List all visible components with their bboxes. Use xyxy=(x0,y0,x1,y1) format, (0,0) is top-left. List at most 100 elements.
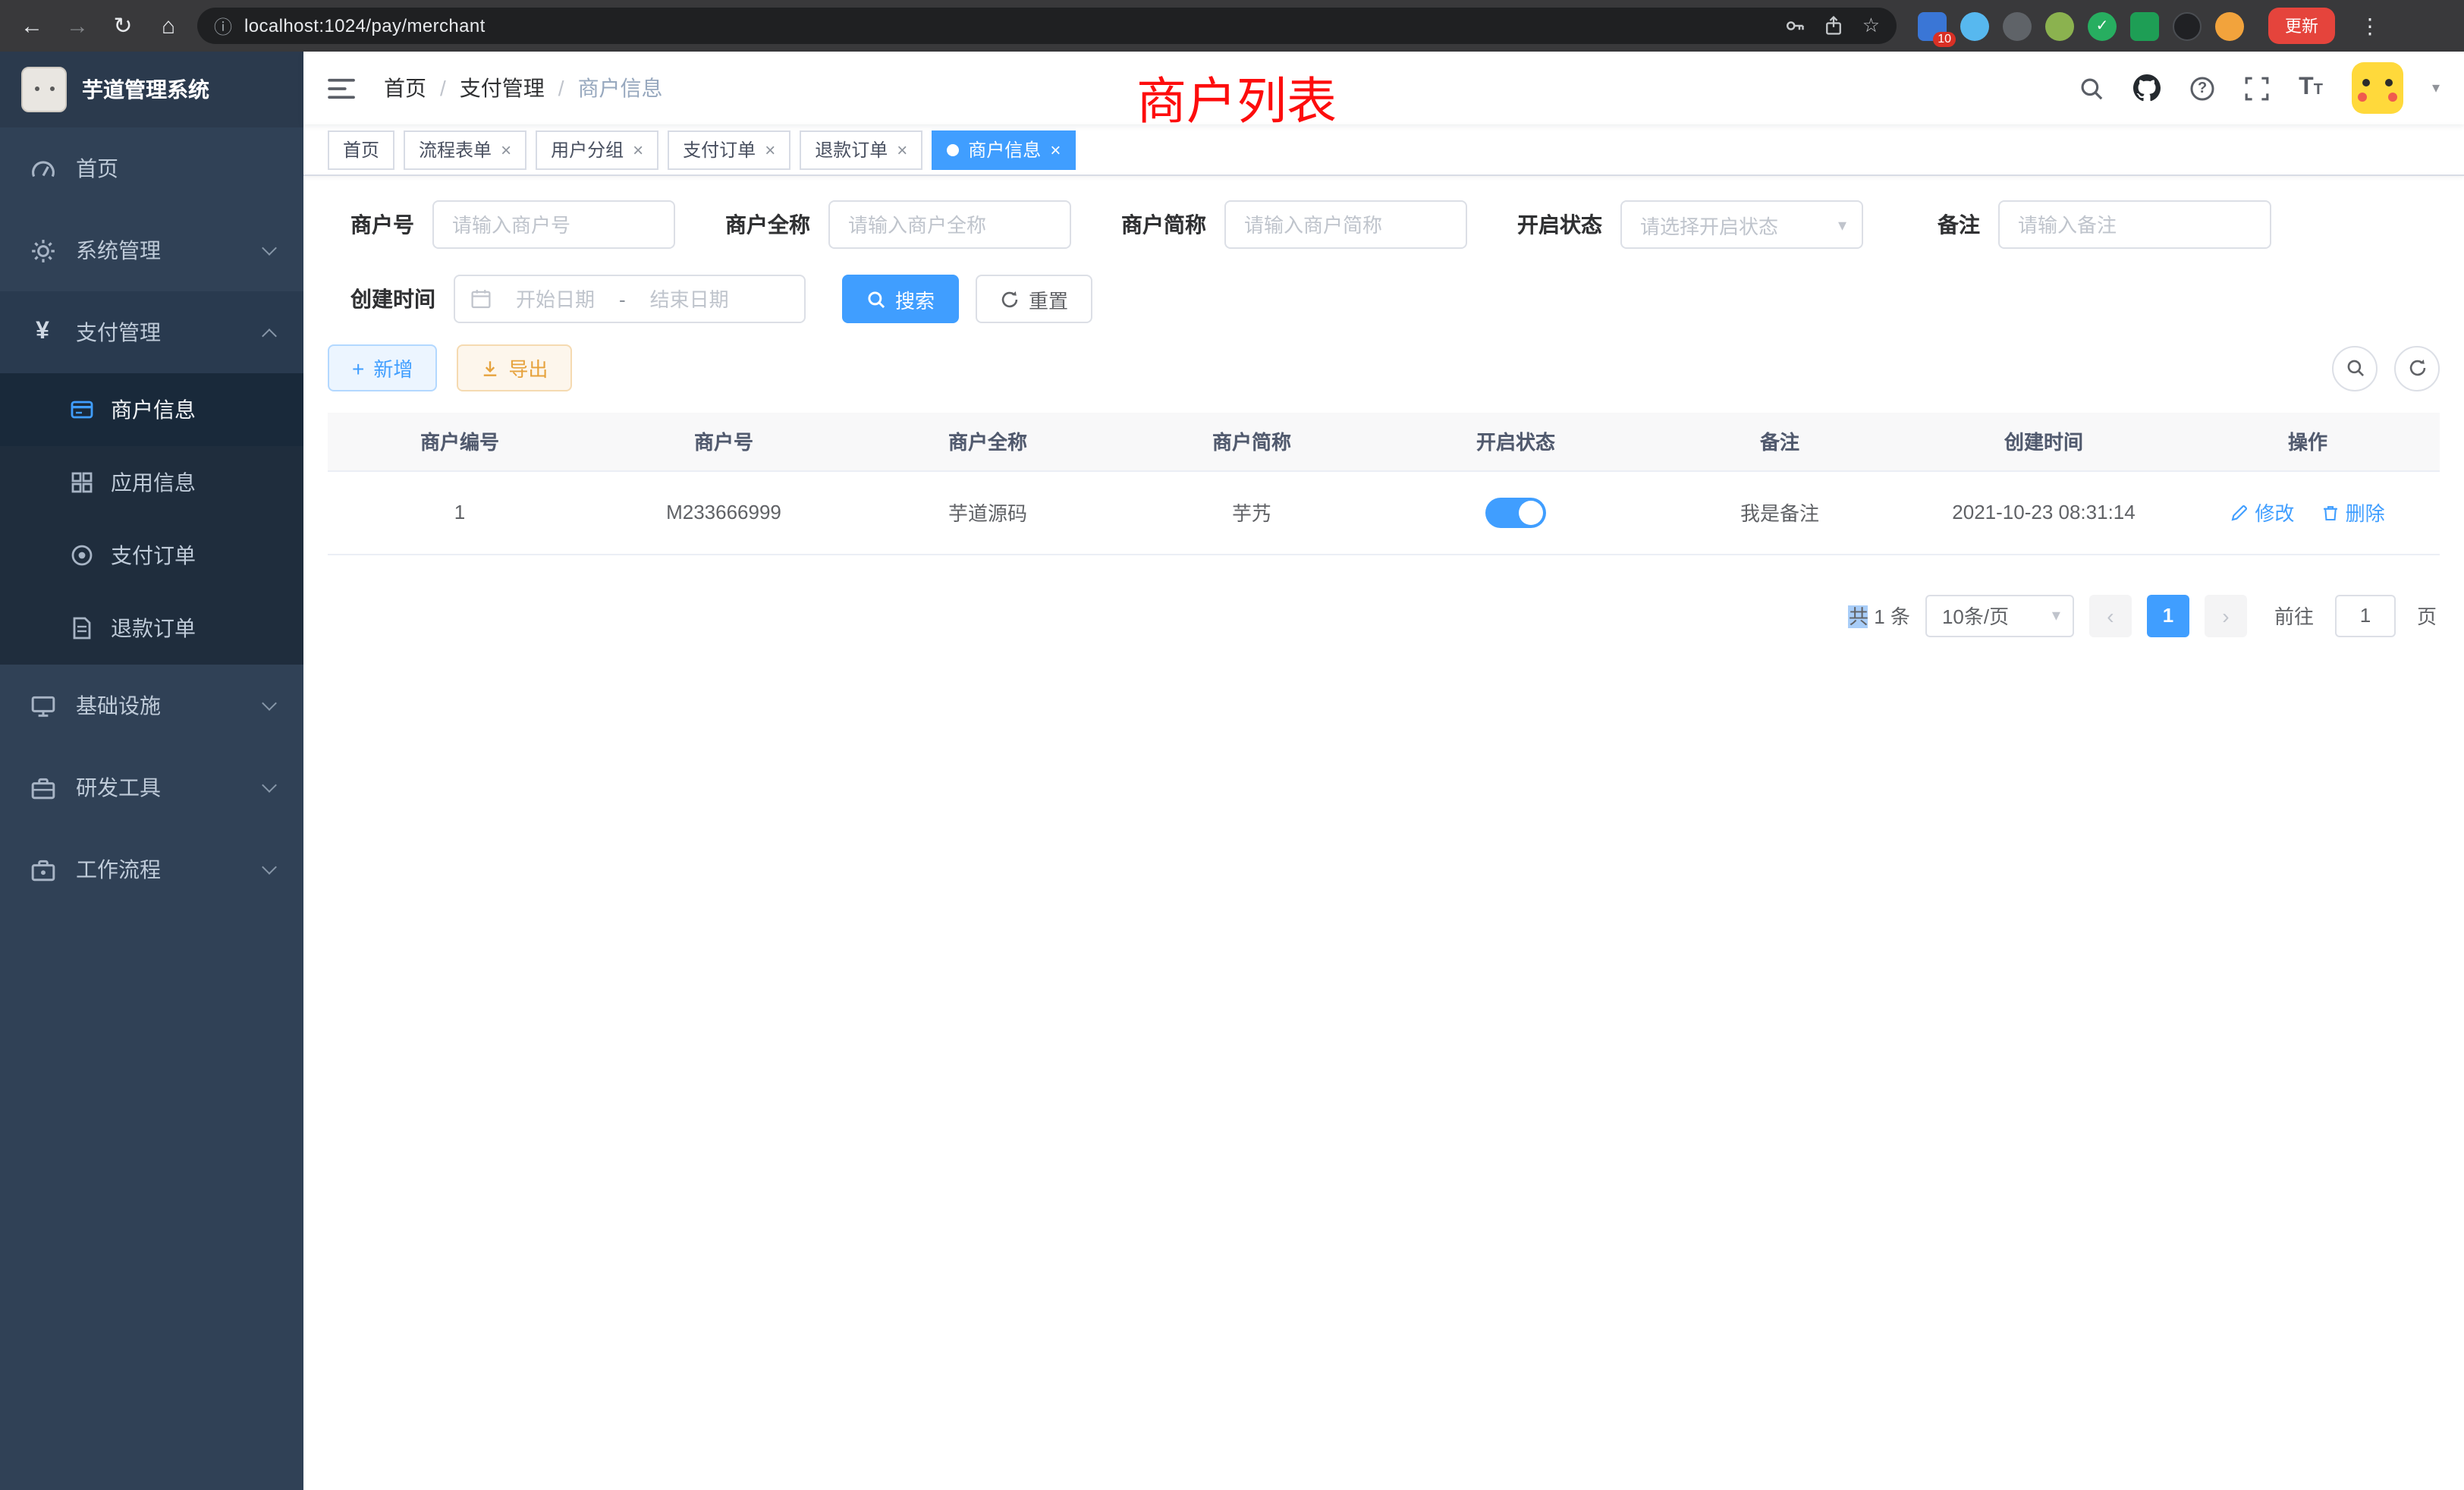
add-button[interactable]: + 新增 xyxy=(328,344,437,391)
app-logo[interactable]: 芋道管理系统 xyxy=(0,52,303,127)
fullscreen-icon[interactable] xyxy=(2244,75,2270,101)
browser-reload-icon[interactable]: ↻ xyxy=(106,12,140,39)
github-icon[interactable] xyxy=(2133,74,2161,102)
hamburger-icon[interactable] xyxy=(328,77,357,99)
ext-dark-icon[interactable] xyxy=(2003,11,2032,40)
col-merchant-no: 商户号 xyxy=(592,413,856,470)
close-icon[interactable]: × xyxy=(633,140,643,159)
url-bar[interactable]: ⓘ localhost:1024/pay/merchant ☆ xyxy=(197,8,1897,44)
date-end-input[interactable] xyxy=(635,288,744,310)
short-name-input[interactable] xyxy=(1224,200,1467,249)
chevron-down-icon xyxy=(262,240,277,256)
browser-menu-icon[interactable]: ⋮ xyxy=(2359,13,2381,39)
page-size-value: 10条/页 xyxy=(1942,601,2009,630)
ext-avatar-icon[interactable] xyxy=(2045,11,2074,40)
prev-page-button[interactable]: ‹ xyxy=(2089,594,2132,637)
close-icon[interactable]: × xyxy=(1050,140,1061,159)
close-icon[interactable]: × xyxy=(897,140,907,159)
extensions-puzzle-icon[interactable]: 10 xyxy=(1918,11,1947,40)
ext-check-icon[interactable]: ✓ xyxy=(2088,11,2117,40)
merchant-no-input[interactable] xyxy=(432,200,675,249)
breadcrumb-home[interactable]: 首页 xyxy=(384,73,426,103)
ext-notes-icon[interactable] xyxy=(2130,11,2159,40)
ext-pinwheel-icon[interactable] xyxy=(2173,11,2202,40)
next-page-button[interactable]: › xyxy=(2205,594,2247,637)
sidebar-item-system[interactable]: 系统管理 xyxy=(0,209,303,291)
browser-forward-icon[interactable]: → xyxy=(61,13,94,39)
tab-label: 支付订单 xyxy=(683,137,756,162)
delete-link[interactable]: 删除 xyxy=(2321,498,2385,527)
breadcrumb-separator: / xyxy=(558,76,564,100)
sidebar-item-workflow[interactable]: 工作流程 xyxy=(0,828,303,910)
remark-input[interactable] xyxy=(1998,200,2271,249)
col-remark: 备注 xyxy=(1648,413,1912,470)
chevron-up-icon xyxy=(262,328,277,343)
sidebar-item-home[interactable]: 首页 xyxy=(0,127,303,209)
export-button[interactable]: 导出 xyxy=(457,344,572,391)
full-name-input[interactable] xyxy=(828,200,1071,249)
status-label: 开启状态 xyxy=(1517,209,1602,240)
tab-user-group[interactable]: 用户分组 × xyxy=(536,130,658,169)
sidebar-item-payment[interactable]: ¥ 支付管理 xyxy=(0,291,303,373)
refresh-button[interactable] xyxy=(2394,345,2440,391)
sidebar-item-label: 系统管理 xyxy=(76,235,161,266)
ext-drop-icon[interactable] xyxy=(1960,11,1989,40)
pencil-icon xyxy=(2230,503,2249,521)
tab-home[interactable]: 首页 xyxy=(328,130,394,169)
toggle-search-button[interactable] xyxy=(2332,345,2378,391)
reset-button[interactable]: 重置 xyxy=(976,275,1092,323)
bookmark-star-icon[interactable]: ☆ xyxy=(1862,14,1880,38)
breadcrumb: 首页 / 支付管理 / 商户信息 xyxy=(384,73,663,103)
total-count: 1 xyxy=(1874,605,1884,628)
sidebar-item-pay-order[interactable]: 支付订单 xyxy=(0,519,303,592)
col-create-time: 创建时间 xyxy=(1912,413,2176,470)
pay-order-icon xyxy=(70,543,94,567)
goto-page-input[interactable] xyxy=(2335,594,2396,637)
close-icon[interactable]: × xyxy=(501,140,511,159)
date-start-input[interactable] xyxy=(501,288,610,310)
sidebar-item-app-info[interactable]: 应用信息 xyxy=(0,446,303,519)
breadcrumb-payment[interactable]: 支付管理 xyxy=(460,73,545,103)
date-separator: - xyxy=(619,288,626,310)
pagination: 共 1 条 10条/页 ▾ ‹ 1 › 前往 页 xyxy=(328,594,2440,637)
breadcrumb-current: 商户信息 xyxy=(578,73,663,103)
user-avatar[interactable] xyxy=(2352,62,2403,114)
tab-pay-order[interactable]: 支付订单 × xyxy=(668,130,790,169)
browser-back-icon[interactable]: ← xyxy=(15,13,49,39)
col-short-name: 商户简称 xyxy=(1120,413,1384,470)
create-time-range-picker[interactable]: - xyxy=(454,275,806,323)
sidebar-item-refund-order[interactable]: 退款订单 xyxy=(0,592,303,665)
tab-merchant-info[interactable]: 商户信息 × xyxy=(932,130,1076,169)
sidebar-item-label: 支付订单 xyxy=(111,540,196,571)
browser-home-icon[interactable]: ⌂ xyxy=(152,13,185,39)
font-size-icon[interactable]: TT xyxy=(2299,76,2323,100)
edit-link[interactable]: 修改 xyxy=(2230,498,2294,527)
payment-submenu: 商户信息 应用信息 支付订单 xyxy=(0,373,303,665)
share-icon[interactable] xyxy=(1824,15,1844,36)
chrome-update-button[interactable]: 更新 xyxy=(2268,8,2335,44)
sidebar-item-dev-tools[interactable]: 研发工具 xyxy=(0,747,303,828)
avatar-caret-icon[interactable]: ▾ xyxy=(2432,80,2440,96)
sidebar: 芋道管理系统 首页 系统管理 ¥ 支付管理 xyxy=(0,52,303,1490)
tab-label: 用户分组 xyxy=(551,137,624,162)
ext-face-icon[interactable] xyxy=(2215,11,2244,40)
search-icon[interactable] xyxy=(2079,75,2104,101)
page-1-button[interactable]: 1 xyxy=(2147,594,2189,637)
status-select[interactable]: 请选择开启状态 ▾ xyxy=(1620,200,1863,249)
sidebar-item-label: 商户信息 xyxy=(111,395,196,425)
chevron-down-icon xyxy=(262,778,277,793)
status-toggle[interactable] xyxy=(1485,497,1546,527)
sidebar-item-infra[interactable]: 基础设施 xyxy=(0,665,303,747)
tab-refund-order[interactable]: 退款订单 × xyxy=(800,130,922,169)
plus-icon: + xyxy=(352,357,364,379)
page-size-select[interactable]: 10条/页 ▾ xyxy=(1925,594,2074,637)
help-icon[interactable]: ? xyxy=(2189,75,2215,101)
sidebar-item-label: 退款订单 xyxy=(111,613,196,643)
tab-process-form[interactable]: 流程表单 × xyxy=(404,130,526,169)
password-key-icon[interactable] xyxy=(1785,15,1806,36)
close-icon[interactable]: × xyxy=(765,140,775,159)
sidebar-item-label: 应用信息 xyxy=(111,467,196,498)
search-button[interactable]: 搜索 xyxy=(842,275,959,323)
sidebar-item-merchant-info[interactable]: 商户信息 xyxy=(0,373,303,446)
site-info-icon[interactable]: ⓘ xyxy=(214,13,232,39)
